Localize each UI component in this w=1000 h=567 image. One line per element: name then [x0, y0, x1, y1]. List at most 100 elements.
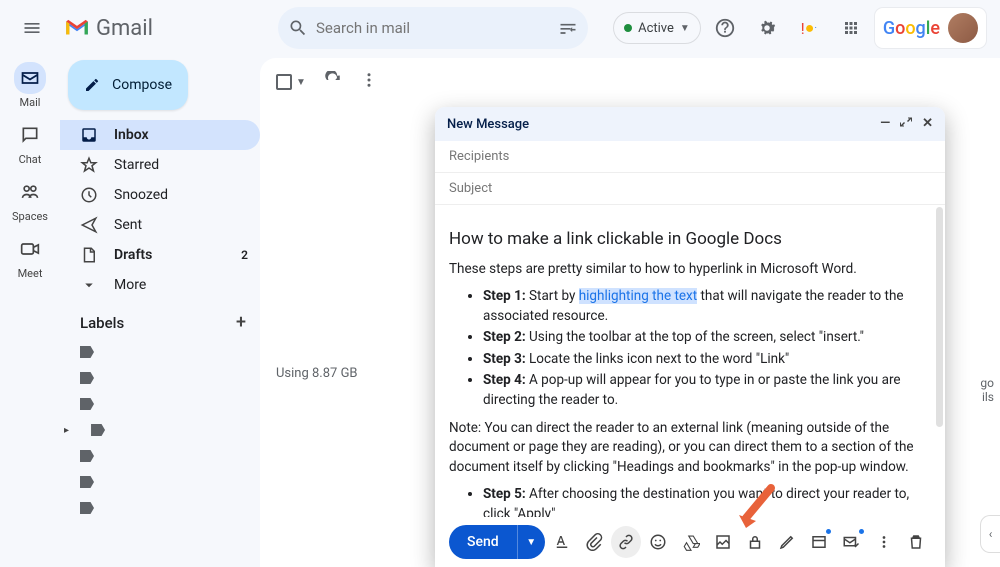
envelope-check-icon [842, 533, 860, 551]
signature-button[interactable] [772, 526, 802, 558]
apps-button[interactable] [833, 10, 869, 46]
schedule-button[interactable] [836, 526, 866, 558]
drive-icon [682, 533, 700, 551]
header: Gmail Active ▼ !●· Google [0, 0, 1000, 56]
sidebar-item-starred[interactable]: Starred [60, 150, 260, 180]
sidebar-item-sent[interactable]: Sent [60, 210, 260, 240]
trash-icon [907, 533, 925, 551]
rail-spaces[interactable]: Spaces [2, 176, 58, 223]
hamburger-icon [22, 18, 42, 38]
label-item[interactable] [60, 443, 260, 469]
more-vert-icon [875, 533, 893, 551]
tune-icon[interactable] [558, 18, 578, 38]
rail-chat[interactable]: Chat [2, 119, 58, 166]
search-input[interactable] [316, 19, 558, 37]
refresh-icon [324, 71, 342, 89]
label-icon [80, 502, 94, 514]
main-menu-button[interactable] [8, 4, 56, 52]
sidebar-item-drafts[interactable]: Drafts 2 [60, 240, 260, 270]
step-1: Step 1: Start by highlighting the text t… [483, 287, 927, 326]
rail-mail[interactable]: Mail [2, 62, 58, 109]
recipients-field[interactable]: Recipients [435, 141, 945, 173]
clock-icon [80, 186, 98, 204]
rail-label: Meet [18, 267, 43, 280]
search-bar[interactable] [278, 7, 588, 49]
more-vert-icon [360, 71, 378, 89]
discard-button[interactable] [901, 526, 931, 558]
label-item[interactable] [60, 495, 260, 521]
minimize-button[interactable]: — [880, 116, 890, 132]
compose-window: New Message — ✕ Recipients Subject How t… [435, 107, 945, 567]
label-item[interactable] [60, 365, 260, 391]
refresh-button[interactable] [324, 71, 342, 93]
sidebar-item-snoozed[interactable]: Snoozed [60, 180, 260, 210]
label-item[interactable] [60, 339, 260, 365]
label-icon [80, 346, 94, 358]
settings-button[interactable] [749, 10, 785, 46]
format-button[interactable] [547, 526, 577, 558]
left-rail: Mail Chat Spaces Meet [0, 56, 60, 567]
help-icon [714, 17, 736, 39]
link-button[interactable] [611, 526, 641, 558]
select-all[interactable]: ▼ [276, 74, 306, 90]
layout: Mail Chat Spaces Meet Compose Inbox Star… [0, 56, 1000, 567]
search-icon [288, 18, 308, 38]
labs-button[interactable]: !●· [791, 10, 827, 46]
attach-button[interactable] [579, 526, 609, 558]
step-3: Step 3: Locate the links icon next to th… [483, 350, 927, 370]
main-toolbar: ▼ [260, 58, 1000, 106]
gear-icon [756, 17, 778, 39]
pencil-icon [84, 75, 100, 95]
compose-button[interactable]: Compose [68, 60, 188, 110]
more-button[interactable] [360, 71, 378, 93]
avatar[interactable] [948, 13, 978, 43]
label-icon [80, 398, 94, 410]
emoji-button[interactable] [643, 526, 673, 558]
label-icon [80, 476, 94, 488]
send-button[interactable]: Send [449, 525, 517, 559]
subject-field[interactable]: Subject [435, 173, 945, 205]
fullscreen-button[interactable] [900, 116, 912, 132]
sidebar-item-more[interactable]: More [60, 270, 260, 300]
image-icon [714, 533, 732, 551]
sidebar-item-inbox[interactable]: Inbox [60, 120, 260, 150]
account-pill[interactable]: Google [875, 8, 986, 48]
side-panel-toggle[interactable]: ‹ [980, 515, 1000, 553]
labels-text: Labels [80, 314, 124, 332]
body-heading: How to make a link clickable in Google D… [449, 227, 927, 252]
more-options-button[interactable] [869, 526, 899, 558]
rail-label: Spaces [12, 210, 48, 223]
confidential-button[interactable] [740, 526, 770, 558]
header-right: Active ▼ !●· Google [613, 8, 992, 48]
step-2: Step 2: Using the toolbar at the top of … [483, 328, 927, 348]
image-button[interactable] [708, 526, 738, 558]
compose-body[interactable]: How to make a link clickable in Google D… [435, 205, 945, 517]
close-button[interactable]: ✕ [922, 116, 933, 132]
drafts-icon [80, 246, 98, 264]
drive-button[interactable] [675, 526, 705, 558]
compose-header[interactable]: New Message — ✕ [435, 107, 945, 141]
gmail-logo[interactable]: Gmail [64, 16, 153, 41]
main-panel: ▼ Using 8.87 GB go ils New Message — ✕ R… [260, 58, 1000, 567]
chevron-down-icon: ▼ [680, 23, 690, 34]
label-item[interactable] [60, 469, 260, 495]
label-item[interactable] [60, 391, 260, 417]
chevron-down-icon [80, 276, 98, 294]
labels-heading: Labels + [60, 300, 260, 339]
nav-label: Starred [114, 157, 159, 173]
send-options-button[interactable]: ▼ [517, 525, 545, 559]
support-button[interactable] [707, 10, 743, 46]
layout-button[interactable] [804, 526, 834, 558]
label-item-expandable[interactable]: ▸ [60, 417, 260, 443]
layout-icon [810, 533, 828, 551]
checkbox-icon [276, 74, 292, 90]
add-label-button[interactable]: + [236, 312, 246, 333]
status-chip[interactable]: Active ▼ [613, 12, 701, 44]
nav-label: Snoozed [114, 187, 168, 203]
star-icon [80, 156, 98, 174]
rail-meet[interactable]: Meet [2, 233, 58, 280]
highlighted-link: highlighting the text [579, 288, 697, 304]
spaces-icon [19, 182, 41, 202]
paperclip-icon [585, 533, 603, 551]
scrollbar[interactable] [936, 207, 943, 427]
